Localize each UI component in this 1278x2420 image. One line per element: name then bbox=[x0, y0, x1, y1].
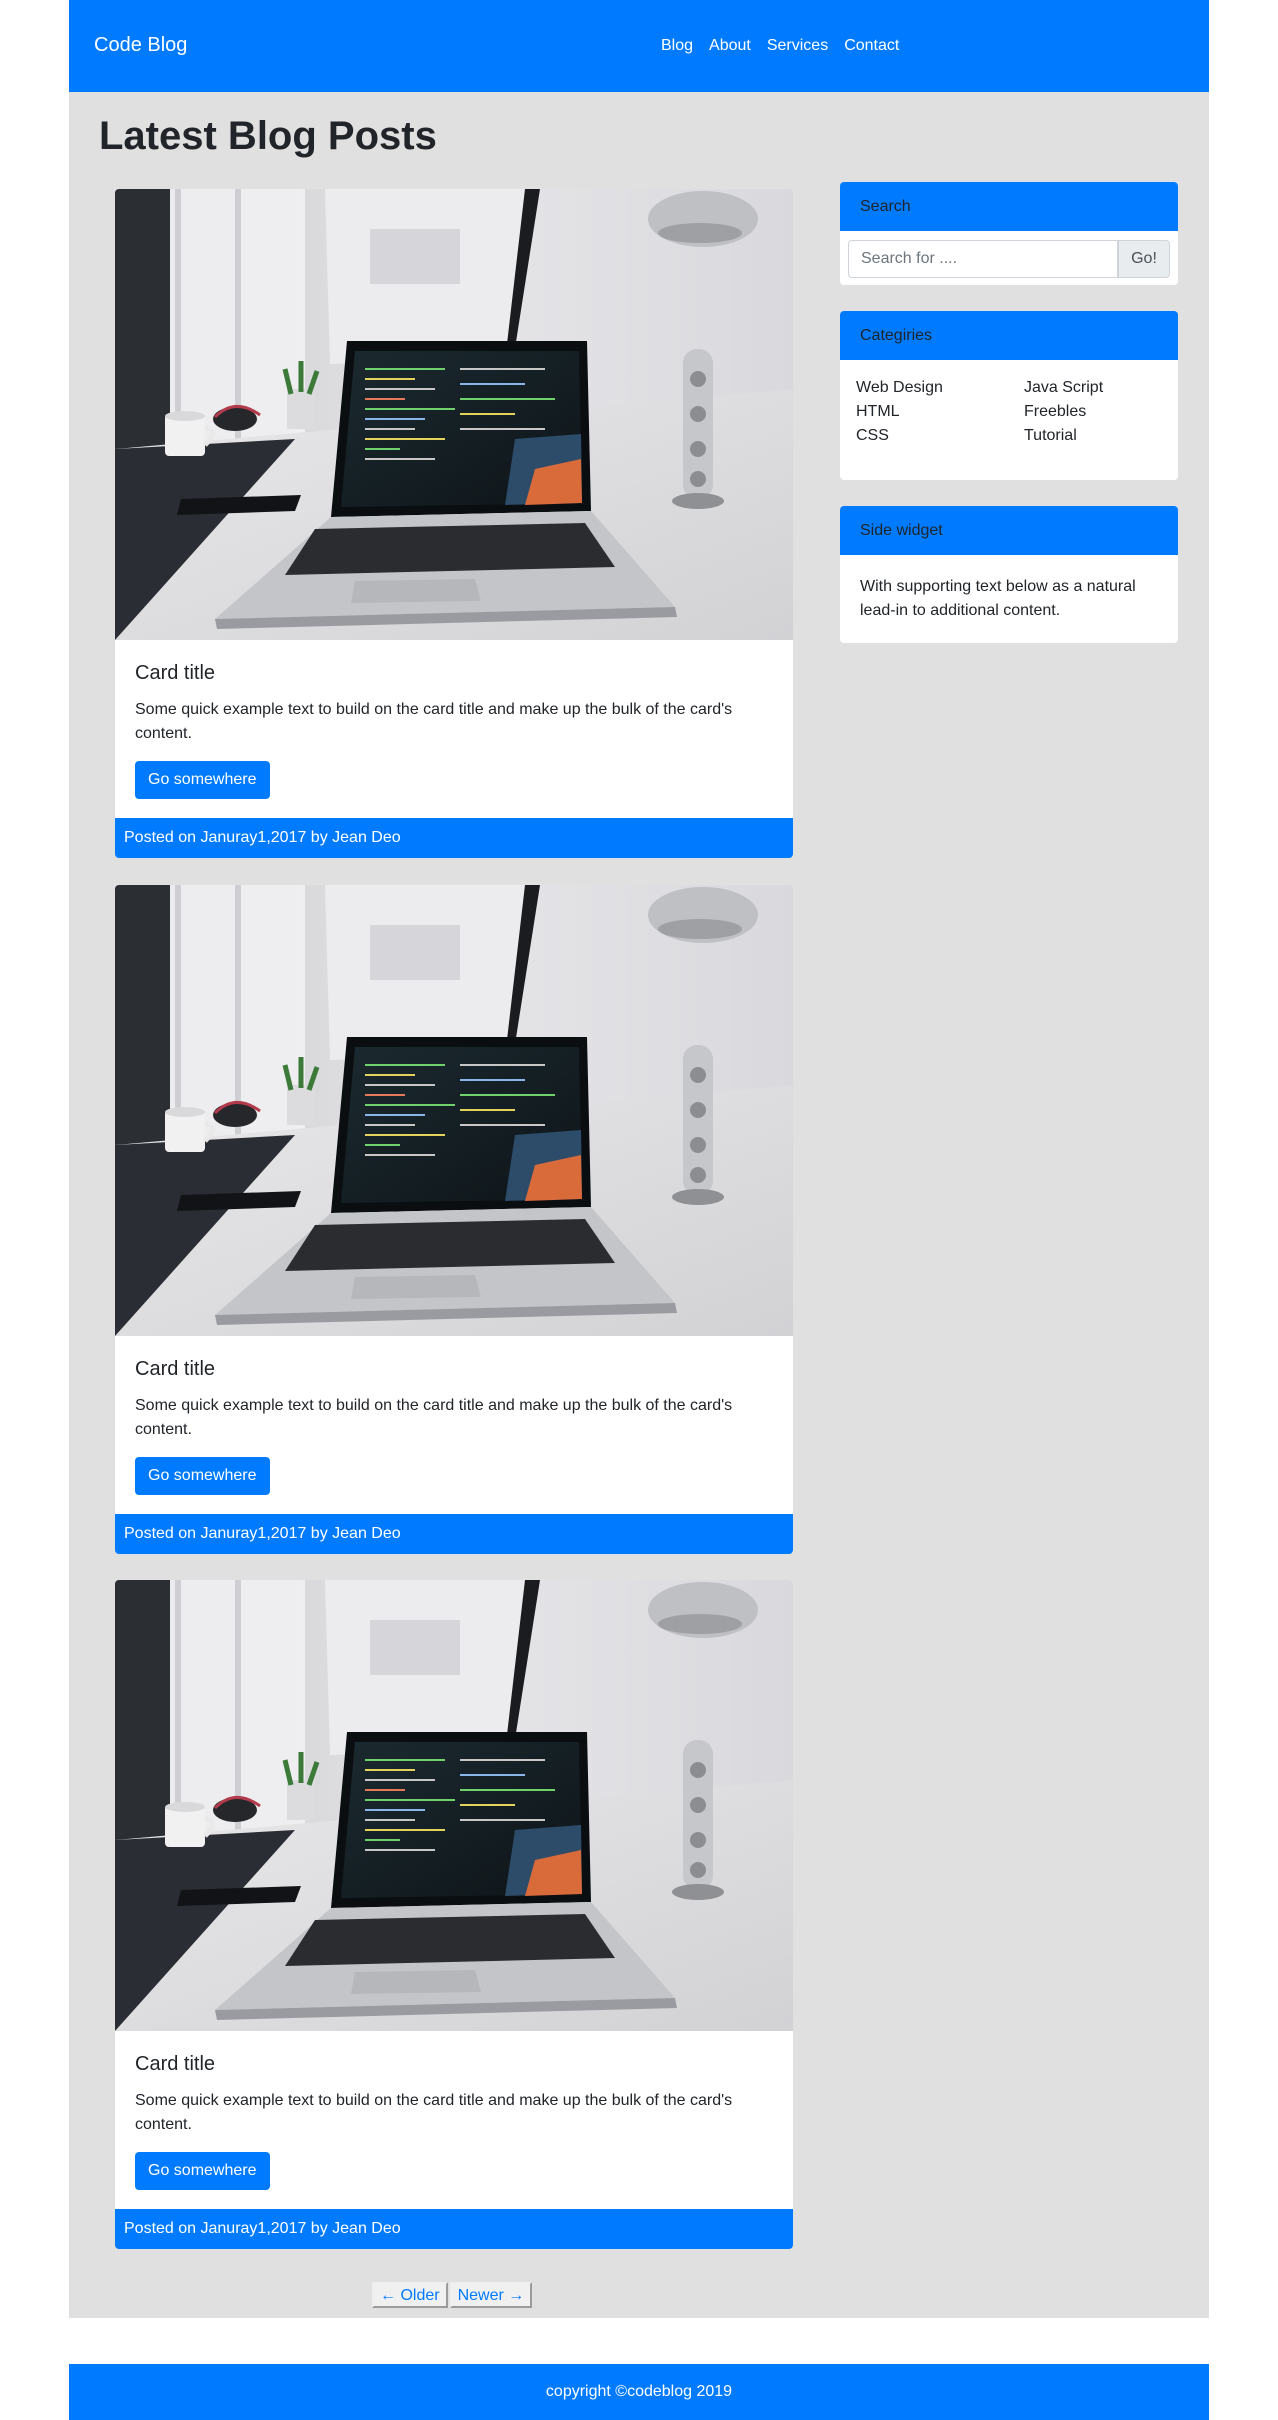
card-text: Some quick example text to build on the … bbox=[135, 2092, 733, 2133]
category-item: CSS bbox=[856, 424, 943, 448]
go-button[interactable]: Go! bbox=[1118, 240, 1170, 278]
go-somewhere-button[interactable]: Go somewhere bbox=[135, 2152, 270, 2190]
category-link-css[interactable]: CSS bbox=[856, 427, 889, 444]
category-item: Freebles bbox=[1024, 400, 1103, 424]
search-widget-title: Search bbox=[840, 182, 1178, 231]
blog-post-card: Card title Some quick example text to bu… bbox=[115, 1580, 793, 2249]
category-list-left: Web Design HTML CSS bbox=[856, 376, 943, 448]
page-container: Code Blog Blog About Services Contact La… bbox=[69, 0, 1209, 2318]
go-somewhere-button[interactable]: Go somewhere bbox=[135, 1457, 270, 1495]
search-widget: Search Go! bbox=[840, 182, 1178, 285]
post-image bbox=[115, 885, 793, 1336]
category-item: Web Design bbox=[856, 376, 943, 400]
nav-link-about[interactable]: About bbox=[709, 37, 751, 55]
category-link-java-script[interactable]: Java Script bbox=[1024, 379, 1103, 396]
category-list-right: Java Script Freebles Tutorial bbox=[1024, 376, 1103, 448]
search-row: Go! bbox=[848, 240, 1170, 278]
pagination: ← Older Newer → bbox=[372, 2282, 533, 2308]
category-link-freebles[interactable]: Freebles bbox=[1024, 403, 1086, 420]
side-widget-title: Side widget bbox=[840, 506, 1178, 555]
newer-button[interactable]: Newer → bbox=[449, 2282, 533, 2308]
card-title: Card title bbox=[135, 662, 216, 684]
nav-link-services[interactable]: Services bbox=[767, 37, 828, 55]
category-link-tutorial[interactable]: Tutorial bbox=[1024, 427, 1077, 444]
category-item: HTML bbox=[856, 400, 943, 424]
category-item: Java Script bbox=[1024, 376, 1103, 400]
nav-links: Blog About Services Contact bbox=[661, 37, 915, 55]
laptop-photo bbox=[115, 1580, 793, 2031]
card-footer: Posted on Januray1,2017 by Jean Deo bbox=[115, 2209, 793, 2249]
blog-post-card: Card title Some quick example text to bu… bbox=[115, 885, 793, 1554]
side-widget-text: With supporting text below as a natural … bbox=[860, 578, 1136, 619]
card-footer: Posted on Januray1,2017 by Jean Deo bbox=[115, 818, 793, 858]
site-footer: copyright ©codeblog 2019 bbox=[69, 2364, 1209, 2420]
navbar: Code Blog Blog About Services Contact bbox=[69, 0, 1209, 92]
search-input[interactable] bbox=[848, 240, 1118, 278]
card-text: Some quick example text to build on the … bbox=[135, 1397, 733, 1438]
blog-post-card: Card title Some quick example text to bu… bbox=[115, 189, 793, 858]
categories-widget: Categiries Web Design HTML CSS Java Scri… bbox=[840, 311, 1178, 480]
card-footer: Posted on Januray1,2017 by Jean Deo bbox=[115, 1514, 793, 1554]
card-title: Card title bbox=[135, 1358, 216, 1380]
laptop-photo bbox=[115, 189, 793, 640]
category-item: Tutorial bbox=[1024, 424, 1103, 448]
older-button[interactable]: ← Older bbox=[372, 2282, 448, 2308]
nav-link-blog[interactable]: Blog bbox=[661, 37, 693, 55]
category-link-html[interactable]: HTML bbox=[856, 403, 900, 420]
page-title: Latest Blog Posts bbox=[99, 114, 437, 158]
card-text: Some quick example text to build on the … bbox=[135, 701, 733, 742]
post-image bbox=[115, 1580, 793, 2031]
brand-logo[interactable]: Code Blog bbox=[94, 34, 187, 57]
nav-link-contact[interactable]: Contact bbox=[844, 37, 899, 55]
laptop-photo bbox=[115, 885, 793, 1336]
go-somewhere-button[interactable]: Go somewhere bbox=[135, 761, 270, 799]
card-title: Card title bbox=[135, 2053, 216, 2075]
copyright-text: copyright ©codeblog 2019 bbox=[545, 2383, 733, 2400]
categories-widget-title: Categiries bbox=[840, 311, 1178, 360]
category-link-web-design[interactable]: Web Design bbox=[856, 379, 943, 396]
post-image bbox=[115, 189, 793, 640]
side-widget: Side widget With supporting text below a… bbox=[840, 506, 1178, 643]
